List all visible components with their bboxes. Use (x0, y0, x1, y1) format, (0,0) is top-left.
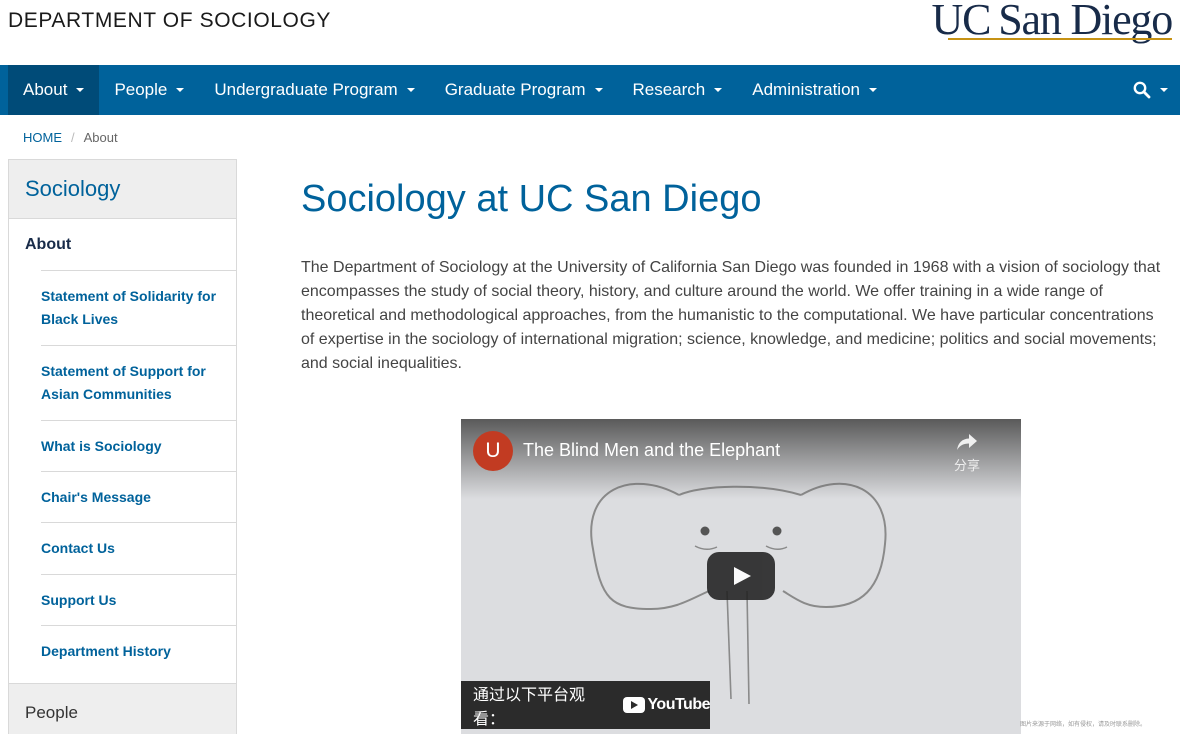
sidebar-section-people[interactable]: People (9, 683, 236, 734)
caret-down-icon (594, 88, 603, 92)
nav-about[interactable]: About (8, 65, 100, 115)
video-embed[interactable]: U The Blind Men and the Elephant 分享 通过以下… (461, 419, 1021, 734)
main-content: Sociology at UC San Diego The Department… (301, 175, 1166, 376)
breadcrumb-current: About (83, 130, 118, 145)
sidebar-title[interactable]: Sociology (9, 160, 236, 219)
nav-graduate-label: Graduate Program (444, 80, 586, 99)
nav-undergraduate-label: Undergraduate Program (214, 80, 398, 99)
watch-on-youtube-bar[interactable]: 通过以下平台观看： YouTube (461, 681, 710, 729)
caret-down-icon (406, 88, 415, 92)
video-title[interactable]: The Blind Men and the Elephant (523, 440, 780, 461)
sidebar-item-department-history[interactable]: Department History (41, 625, 236, 676)
sidebar-item-support-us[interactable]: Support Us (41, 574, 236, 625)
watermark-text: 图片来源于网络，如有侵权，请及时联系删除。 (1020, 722, 1147, 728)
nav-people-label: People (114, 80, 168, 99)
breadcrumb-home[interactable]: HOME (23, 130, 62, 145)
search-icon (1133, 81, 1151, 99)
sidebar-nav: Sociology About Statement of Solidarity … (8, 159, 237, 734)
sidebar-item-contact-us[interactable]: Contact Us (41, 522, 236, 574)
sidebar-section-about[interactable]: About (9, 219, 236, 270)
caret-down-icon (176, 88, 185, 92)
nav-people[interactable]: People (99, 65, 199, 115)
logo-gold-underline (948, 38, 1172, 40)
caret-down-icon (1160, 88, 1168, 92)
play-button[interactable] (707, 552, 775, 600)
nav-administration-label: Administration (752, 80, 860, 99)
nav-administration[interactable]: Administration (737, 65, 892, 115)
share-label: 分享 (953, 458, 980, 473)
youtube-play-icon (623, 697, 646, 713)
intro-paragraph: The Department of Sociology at the Unive… (301, 259, 1161, 372)
nav-undergraduate-program[interactable]: Undergraduate Program (199, 65, 429, 115)
nav-graduate-program[interactable]: Graduate Program (430, 65, 618, 115)
sidebar-item-chairs-message[interactable]: Chair's Message (41, 471, 236, 522)
caret-down-icon (714, 88, 723, 92)
channel-avatar[interactable]: U (473, 431, 513, 471)
sidebar-item-solidarity-black-lives[interactable]: Statement of Solidarity for Black Lives (41, 270, 236, 345)
nav-about-label: About (23, 80, 68, 99)
caret-down-icon (76, 88, 85, 92)
department-title[interactable]: DEPARTMENT OF SOCIOLOGY (8, 9, 331, 33)
site-header: DEPARTMENT OF SOCIOLOGY UC San Diego (0, 0, 1180, 65)
watch-on-label: 通过以下平台观看： (473, 687, 586, 728)
share-icon (957, 434, 977, 450)
youtube-logo: YouTube (623, 696, 710, 714)
breadcrumb: HOME / About (23, 130, 118, 145)
sidebar-item-what-is-sociology[interactable]: What is Sociology (41, 420, 236, 471)
breadcrumb-separator: / (71, 130, 75, 145)
youtube-wordmark: YouTube (647, 696, 710, 713)
nav-research-label: Research (632, 80, 706, 99)
main-navigation: About People Undergraduate Program Gradu… (0, 65, 1180, 115)
page-title: Sociology at UC San Diego (301, 178, 762, 220)
caret-down-icon (868, 88, 877, 92)
share-button[interactable]: 分享 (947, 433, 987, 474)
search-toggle[interactable] (1133, 65, 1168, 115)
nav-research[interactable]: Research (618, 65, 738, 115)
sidebar-item-support-asian-communities[interactable]: Statement of Support for Asian Communiti… (41, 345, 236, 420)
